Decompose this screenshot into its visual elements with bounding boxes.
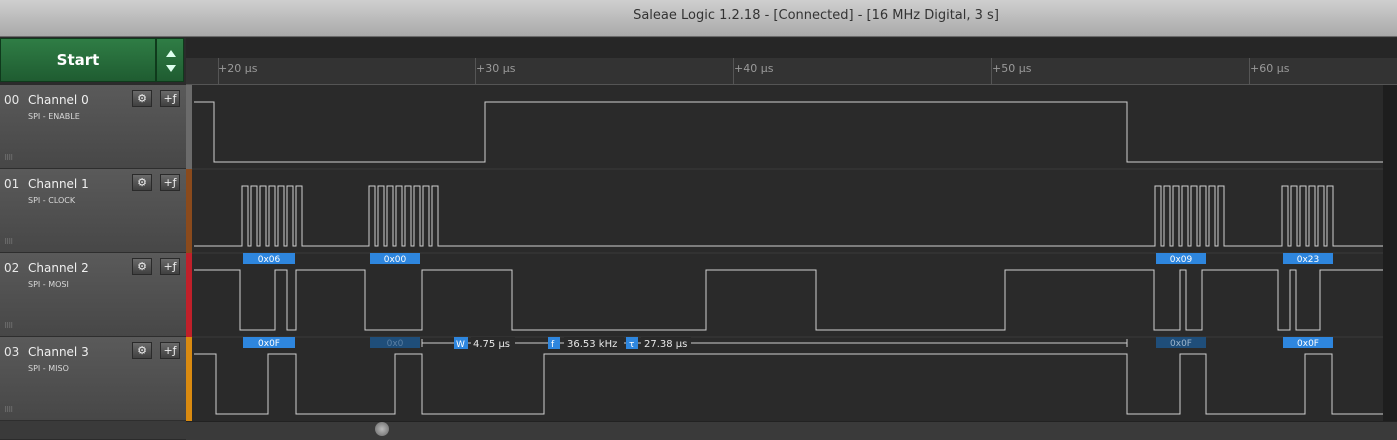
channel-analyzer-label: SPI - ENABLE <box>28 112 80 121</box>
vertical-scrollbar[interactable] <box>1383 85 1397 421</box>
channel-number: 00 <box>4 93 20 107</box>
ruler-tick: +40 µs <box>734 62 774 75</box>
waveform-area[interactable]: 0x06 0x00 0x09 0x23 0x0F 0x0 0x0F 0x0F W… <box>192 85 1383 421</box>
window-title: Saleae Logic 1.2.18 - [Connected] - [16 … <box>633 8 999 23</box>
timeline-overview[interactable] <box>186 38 1397 59</box>
channel-row-3[interactable]: 03 Channel 3 SPI - MISO ⚙ +ƒ ⠿⠿ <box>0 337 186 421</box>
waveform-channel-2 <box>194 269 1383 331</box>
bottom-left-panel <box>0 421 186 439</box>
ruler-tick: +20 µs <box>218 62 258 75</box>
decode-value: 0x06 <box>258 255 281 265</box>
drag-handle-icon[interactable]: ⠿⠿ <box>4 322 13 330</box>
period-value: 27.38 µs <box>644 339 687 350</box>
gear-icon[interactable]: ⚙ <box>132 90 152 107</box>
channel-name[interactable]: Channel 1 <box>28 177 89 191</box>
drag-handle-icon[interactable]: ⠿⠿ <box>4 154 13 162</box>
gear-icon[interactable]: ⚙ <box>132 258 152 275</box>
drag-handle-icon[interactable]: ⠿⠿ <box>4 406 13 414</box>
channel-analyzer-label: SPI - MOSI <box>28 280 69 289</box>
ruler-tick: +60 µs <box>1250 62 1290 75</box>
decode-value: 0x09 <box>1170 255 1193 265</box>
trigger-edge-icon[interactable]: +ƒ <box>160 90 180 107</box>
title-bar: Saleae Logic 1.2.18 - [Connected] - [16 … <box>0 0 1397 37</box>
trigger-edge-icon[interactable]: +ƒ <box>160 342 180 359</box>
time-ruler[interactable]: +20 µs +30 µs +40 µs +50 µs +60 µs <box>186 58 1397 85</box>
channel-row-2[interactable]: 02 Channel 2 SPI - MOSI ⚙ +ƒ ⠿⠿ <box>0 253 186 337</box>
decode-value: 0x0 <box>387 339 404 349</box>
trigger-edge-icon[interactable]: +ƒ <box>160 174 180 191</box>
measurement-bar: W 4.75 µs f 36.53 kHz τ 27.38 µs <box>421 337 1128 350</box>
start-options-stepper[interactable] <box>156 38 184 82</box>
channel-row-1[interactable]: 01 Channel 1 SPI - CLOCK ⚙ +ƒ ⠿⠿ <box>0 169 186 253</box>
period-icon: τ <box>629 340 634 350</box>
drag-handle-icon[interactable]: ⠿⠿ <box>4 238 13 246</box>
ruler-tick: +50 µs <box>992 62 1032 75</box>
channel-number: 02 <box>4 261 20 275</box>
width-icon: W <box>456 340 465 350</box>
waveform-channel-3 <box>194 353 1383 415</box>
gear-icon[interactable]: ⚙ <box>132 342 152 359</box>
channel-name[interactable]: Channel 3 <box>28 345 89 359</box>
arrow-down-icon[interactable] <box>166 65 176 72</box>
channel-row-0[interactable]: 00 Channel 0 SPI - ENABLE ⚙ +ƒ ⠿⠿ <box>0 85 186 169</box>
channel-name[interactable]: Channel 0 <box>28 93 89 107</box>
decode-value: 0x23 <box>1297 255 1320 265</box>
ruler-tick: +30 µs <box>476 62 516 75</box>
gear-icon[interactable]: ⚙ <box>132 174 152 191</box>
decode-value: 0x0F <box>1297 339 1319 349</box>
pulse-width-value: 4.75 µs <box>473 339 510 350</box>
trigger-edge-icon[interactable]: +ƒ <box>160 258 180 275</box>
decode-value: 0x0F <box>258 339 280 349</box>
horizontal-scrollbar[interactable] <box>186 421 1397 440</box>
waveform-channel-0 <box>194 101 1383 163</box>
decode-value: 0x0F <box>1170 339 1192 349</box>
channel-number: 01 <box>4 177 20 191</box>
channel-analyzer-label: SPI - MISO <box>28 364 69 373</box>
channel-analyzer-label: SPI - CLOCK <box>28 196 76 205</box>
channel-number: 03 <box>4 345 20 359</box>
decode-value: 0x00 <box>384 255 407 265</box>
frequency-value: 36.53 kHz <box>567 339 617 350</box>
start-button[interactable]: Start <box>0 38 156 82</box>
waveform-channel-1 <box>194 185 1383 247</box>
scroll-thumb[interactable] <box>375 422 389 436</box>
arrow-up-icon[interactable] <box>166 50 176 57</box>
channel-name[interactable]: Channel 2 <box>28 261 89 275</box>
